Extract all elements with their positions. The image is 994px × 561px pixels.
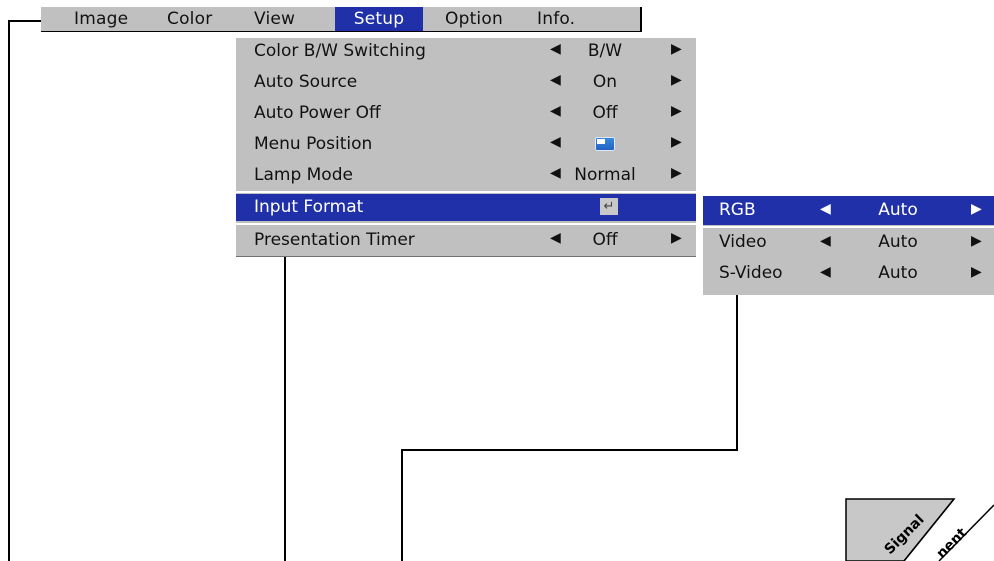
- menu-item-label: Lamp Mode: [254, 165, 353, 185]
- menu-item-value: Off: [592, 230, 618, 250]
- arrow-left-icon[interactable]: ◀: [550, 230, 561, 246]
- arrow-right-icon[interactable]: ▶: [971, 201, 982, 217]
- arrow-left-icon[interactable]: ◀: [820, 233, 831, 249]
- arrow-left-icon[interactable]: ◀: [550, 41, 561, 57]
- arrow-right-icon[interactable]: ▶: [671, 72, 682, 88]
- submenu-item-rgb[interactable]: RGB ◀ Auto ▶: [703, 196, 994, 225]
- menu-item-auto-source[interactable]: Auto Source ◀ On ▶: [236, 69, 696, 96]
- arrow-left-icon[interactable]: ◀: [820, 201, 831, 217]
- arrow-left-icon[interactable]: ◀: [550, 134, 561, 150]
- arrow-left-icon[interactable]: ◀: [820, 264, 831, 280]
- menu-bar-border: [41, 7, 642, 32]
- arrow-right-icon[interactable]: ▶: [671, 134, 682, 150]
- menu-item-presentation-timer[interactable]: Presentation Timer ◀ Off ▶: [236, 227, 696, 254]
- menu-item-label: Color B/W Switching: [254, 41, 426, 61]
- menu-item-value: [562, 134, 648, 154]
- separator: [236, 191, 696, 193]
- menu-position-icon: [595, 137, 615, 151]
- submenu-item-label: RGB: [719, 200, 756, 220]
- menu-item-label: Auto Power Off: [254, 103, 381, 123]
- callout-line-setup-vertical: [284, 257, 286, 561]
- menu-item-color-bw-switching[interactable]: Color B/W Switching ◀ B/W ▶: [236, 38, 696, 65]
- submenu-item-value: Auto: [878, 200, 918, 220]
- enter-icon[interactable]: ↵: [600, 198, 618, 215]
- menu-item-label: Menu Position: [254, 134, 373, 154]
- menu-item-label: Presentation Timer: [254, 230, 415, 250]
- callout-line-submenu-horizontal: [401, 449, 738, 451]
- callout-line-submenu-vertical: [736, 295, 738, 451]
- submenu-item-s-video[interactable]: S-Video ◀ Auto ▶: [703, 259, 994, 288]
- arrow-right-icon[interactable]: ▶: [671, 230, 682, 246]
- menu-item-label: Auto Source: [254, 72, 358, 92]
- arrow-right-icon[interactable]: ▶: [971, 264, 982, 280]
- arrow-right-icon[interactable]: ▶: [671, 41, 682, 57]
- submenu-separator: [703, 226, 994, 228]
- menu-item-auto-power-off[interactable]: Auto Power Off ◀ Off ▶: [236, 100, 696, 127]
- panel-bottom-edge: [236, 256, 696, 257]
- badge-graphic: Signal nent: [844, 497, 994, 561]
- signal-component-badge: Signal nent: [844, 497, 994, 561]
- menu-item-value: Off: [592, 103, 618, 123]
- menu-item-lamp-mode[interactable]: Lamp Mode ◀ Normal ▶: [236, 162, 696, 189]
- separator: [236, 223, 696, 225]
- menu-item-input-format[interactable]: Input Format ↵: [236, 194, 696, 221]
- menu-item-value: Normal: [574, 165, 636, 185]
- menu-item-menu-position[interactable]: Menu Position ◀ ▶: [236, 131, 696, 158]
- menu-item-value: On: [592, 72, 618, 92]
- arrow-left-icon[interactable]: ◀: [550, 72, 561, 88]
- callout-line-left-vertical: [8, 20, 10, 561]
- menu-item-label: Input Format: [254, 197, 364, 217]
- arrow-right-icon[interactable]: ▶: [671, 103, 682, 119]
- submenu-item-value: Auto: [878, 263, 918, 283]
- arrow-left-icon[interactable]: ◀: [550, 103, 561, 119]
- submenu-item-label: Video: [719, 232, 767, 252]
- callout-line-left-horizontal: [8, 20, 42, 22]
- arrow-right-icon[interactable]: ▶: [671, 165, 682, 181]
- arrow-left-icon[interactable]: ◀: [550, 165, 561, 181]
- submenu-item-label: S-Video: [719, 263, 783, 283]
- submenu-item-value: Auto: [878, 232, 918, 252]
- callout-line-submenu-down: [401, 449, 403, 561]
- submenu-item-video[interactable]: Video ◀ Auto ▶: [703, 228, 994, 257]
- arrow-right-icon[interactable]: ▶: [971, 233, 982, 249]
- menu-item-value: B/W: [587, 41, 623, 61]
